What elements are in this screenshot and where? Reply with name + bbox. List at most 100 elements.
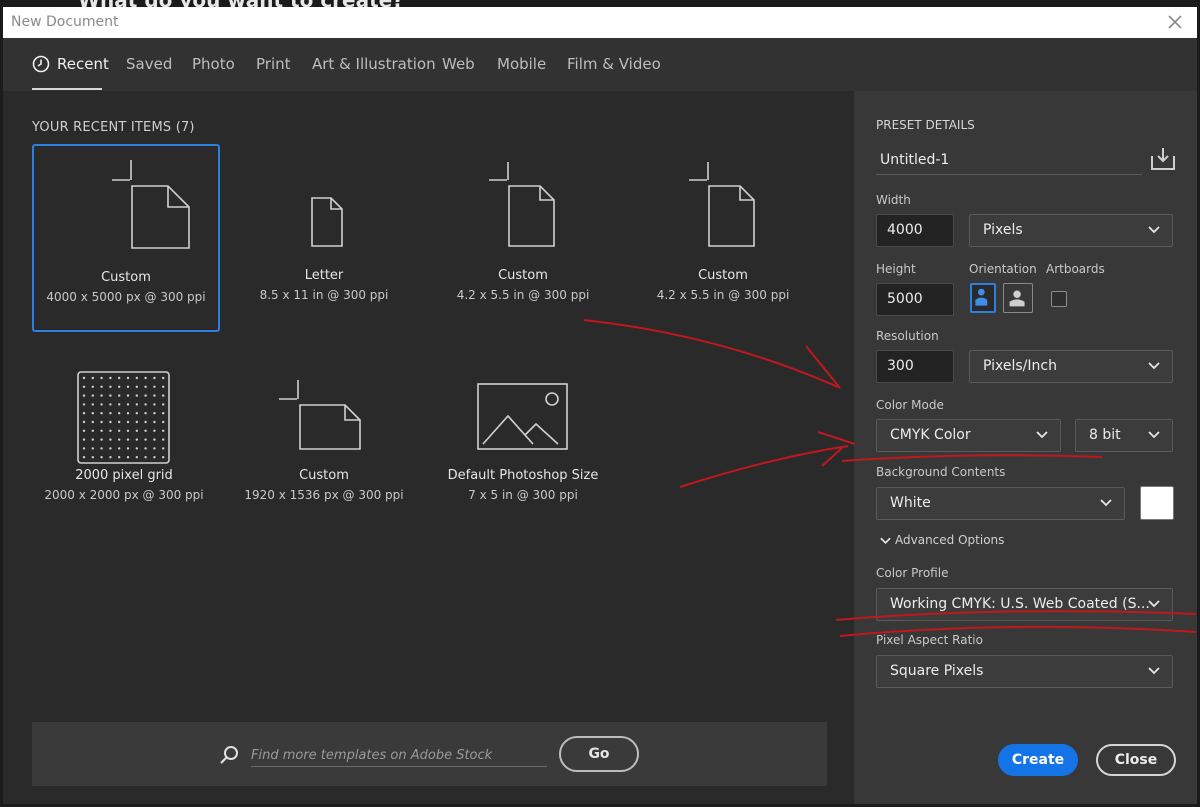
grid-dot [135,412,138,415]
grid-dot [144,429,147,432]
title-bar: New Document [3,7,1197,38]
tab-mobile[interactable]: Mobile [497,55,546,73]
item-name: 2000 pixel grid [75,468,173,483]
grid-dot [82,429,86,432]
tab-web[interactable]: Web [442,55,475,73]
grid-dot [82,403,86,406]
chevron-down-icon [880,537,891,544]
grid-dot [91,412,94,415]
pixel-aspect-ratio-dropdown[interactable]: Square Pixels [876,655,1173,688]
item-name: Default Photoshop Size [447,468,599,483]
grid-dot [100,456,103,459]
height-input[interactable]: 5000 [876,283,954,316]
grid-dot [144,385,147,388]
recent-item[interactable]: Custom 4.2 x 5.5 in @ 300 ppi [431,144,615,328]
grid-dot [153,412,156,415]
grid-dot [82,385,86,388]
advanced-options-toggle[interactable]: Advanced Options [880,533,1004,547]
new-document-icon [112,160,190,249]
grid-dot [153,429,156,432]
tab-art-illustration[interactable]: Art & Illustration [312,55,436,73]
background-color-swatch[interactable] [1140,486,1174,520]
grid-dot [135,376,138,380]
recent-item[interactable]: Custom 1920 x 1536 px @ 300 ppi [232,344,416,528]
color-mode-dropdown[interactable]: CMYK Color [876,419,1061,452]
grid-dot [118,394,121,397]
recent-item[interactable]: 2000 pixel grid 2000 x 2000 px @ 300 ppi [32,344,216,528]
grid-dot [162,376,165,380]
grid-dot [118,447,121,450]
item-dimensions: 4.2 x 5.5 in @ 300 ppi [456,288,590,302]
recent-item[interactable]: Letter 8.5 x 11 in @ 300 ppi [232,144,416,328]
create-button[interactable]: Create [998,744,1078,776]
resolution-label: Resolution [876,329,939,343]
width-input[interactable]: 4000 [876,214,954,247]
search-icon [220,746,238,764]
grid-dot [144,420,147,424]
item-dimensions: 2000 x 2000 px @ 300 ppi [44,488,204,502]
color-profile-dropdown[interactable]: Working CMYK: U.S. Web Coated (S... [876,588,1173,621]
grid-dot [82,412,86,415]
tab-photo[interactable]: Photo [192,55,235,73]
grid-dot [109,385,112,388]
document-icon [311,197,343,247]
document-name-field[interactable]: Untitled-1 [876,145,1142,175]
grid-dot [109,438,112,441]
tab-recent[interactable]: Recent [57,55,109,73]
bit-depth-dropdown[interactable]: 8 bit [1075,419,1173,452]
tab-print[interactable]: Print [256,55,291,73]
category-tabs: Recent Saved Photo Print Art & Illustrat… [3,38,1197,92]
width-unit-dropdown[interactable]: Pixels [969,214,1173,247]
tab-saved[interactable]: Saved [126,55,172,73]
grid-dot [118,429,121,432]
grid-dot [144,376,147,380]
portrait-orientation-button[interactable] [970,283,996,313]
grid-dot [126,429,130,432]
grid-dot [162,394,165,397]
stock-search-input[interactable] [251,744,547,767]
grid-dot [153,456,156,459]
grid-dot [126,376,130,380]
recent-item[interactable]: Default Photoshop Size 7 x 5 in @ 300 pp… [431,344,615,528]
grid-dot [144,456,147,459]
grid-dot [153,394,156,397]
grid-dot [126,420,130,424]
save-preset-icon[interactable] [1150,146,1176,172]
advanced-options-label: Advanced Options [895,533,1005,547]
grid-dot [91,456,94,459]
item-name: Custom [698,268,748,283]
tab-film-video[interactable]: Film & Video [567,55,661,73]
height-label: Height [876,262,916,276]
grid-dot [82,376,86,380]
new-document-icon [489,162,555,247]
image-icon [477,383,568,450]
recent-item[interactable]: Custom 4.2 x 5.5 in @ 300 ppi [631,144,815,328]
close-button[interactable]: Close [1096,744,1176,776]
grid-dot [109,403,112,406]
recent-items-heading: YOUR RECENT ITEMS (7) [32,120,195,135]
landscape-orientation-button[interactable] [1003,283,1033,313]
item-name: Letter [304,268,344,283]
grid-dot [82,420,86,424]
grid-dot [100,420,103,424]
go-button[interactable]: Go [559,736,639,772]
grid-dot [91,394,94,397]
window-title: New Document [11,14,119,30]
grid-dot [153,376,156,380]
grid-dot [118,456,121,459]
grid-dot [82,394,86,397]
grid-dot [162,412,165,415]
artboards-checkbox[interactable] [1051,291,1067,307]
item-name: Custom [299,468,349,483]
width-label: Width [876,193,911,207]
background-contents-dropdown[interactable]: White [876,487,1125,520]
resolution-unit-dropdown[interactable]: Pixels/Inch [969,350,1173,383]
chevron-down-icon [1148,226,1160,234]
grid-dot [144,412,147,415]
grid-dot [100,376,103,380]
grid-dot [135,456,138,459]
close-icon[interactable] [1165,12,1185,32]
grid-dot [118,438,121,441]
recent-item[interactable]: Custom 4000 x 5000 px @ 300 ppi [32,144,220,332]
resolution-input[interactable]: 300 [876,350,954,383]
